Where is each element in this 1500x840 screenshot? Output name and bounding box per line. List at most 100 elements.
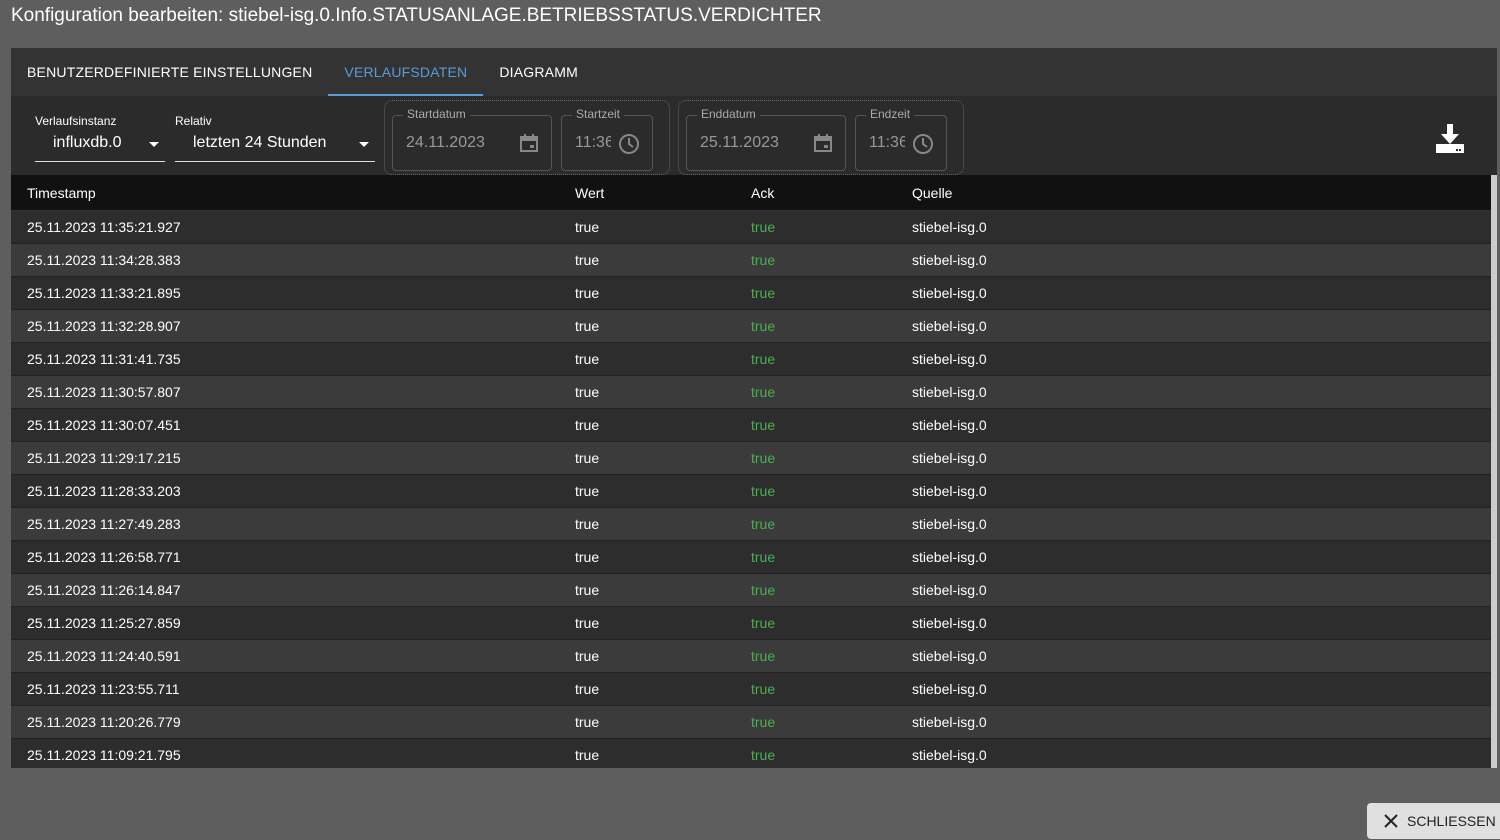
cell-value: true: [575, 483, 600, 499]
history-toolbar: Verlaufsinstanz influxdb.0 Relativ letzt…: [11, 96, 1497, 175]
cell-source: stiebel-isg.0: [912, 549, 987, 565]
cell-source: stiebel-isg.0: [912, 351, 987, 367]
table-row[interactable]: 25.11.2023 11:26:58.771 true true stiebel-i…: [11, 541, 1497, 574]
cell-ack: true: [751, 417, 776, 433]
cell-value: true: [575, 384, 600, 400]
chevron-down-icon: [149, 142, 159, 147]
table-row[interactable]: 25.11.2023 11:24:40.591 true true stiebel-i…: [11, 640, 1497, 673]
cell-value: true: [575, 714, 600, 730]
relative-select[interactable]: Relativ letzten 24 Stunden: [175, 114, 375, 162]
tab-bar: BENUTZERDEFINIERTE EINSTELLUNGEN VERLAUF…: [11, 48, 1497, 96]
cell-value: true: [575, 648, 600, 664]
table-row[interactable]: 25.11.2023 11:28:33.203 true true stiebel-i…: [11, 475, 1497, 508]
table-row[interactable]: 25.11.2023 11:30:57.807 true true stiebel-i…: [11, 376, 1497, 409]
table-row[interactable]: 25.11.2023 11:29:17.215 true true stiebel-i…: [11, 442, 1497, 475]
close-icon: [1384, 814, 1398, 828]
cell-ack: true: [751, 714, 776, 730]
end-date-value: 25.11.2023: [700, 134, 779, 151]
table-row[interactable]: 25.11.2023 11:27:49.283 true true stiebel-i…: [11, 508, 1497, 541]
table-row[interactable]: 25.11.2023 11:26:14.847 true true stiebel-i…: [11, 574, 1497, 607]
cell-ack: true: [751, 549, 776, 565]
end-date-field[interactable]: Enddatum 25.11.2023: [686, 107, 846, 171]
header-source[interactable]: Quelle: [912, 185, 952, 201]
cell-timestamp: 25.11.2023 11:23:55.711: [27, 681, 180, 697]
instance-value: influxdb.0: [53, 134, 122, 151]
cell-value: true: [575, 582, 600, 598]
table-row[interactable]: 25.11.2023 11:25:27.859 true true stiebel-i…: [11, 607, 1497, 640]
cell-timestamp: 25.11.2023 11:09:21.795: [27, 747, 181, 763]
cell-value: true: [575, 615, 600, 631]
start-date-label: Startdatum: [403, 107, 470, 121]
table-row[interactable]: 25.11.2023 11:35:21.927 true true stiebel-i…: [11, 211, 1497, 244]
cell-source: stiebel-isg.0: [912, 417, 987, 433]
cell-timestamp: 25.11.2023 11:35:21.927: [27, 219, 181, 235]
cell-source: stiebel-isg.0: [912, 615, 987, 631]
scrollbar[interactable]: [1491, 175, 1497, 768]
start-date-value: 24.11.2023: [406, 134, 485, 151]
cell-value: true: [575, 252, 600, 268]
table-row[interactable]: 25.11.2023 11:31:41.735 true true stiebel-i…: [11, 343, 1497, 376]
cell-ack: true: [751, 384, 776, 400]
cell-ack: true: [751, 285, 776, 301]
cell-source: stiebel-isg.0: [912, 384, 987, 400]
table-body: 25.11.2023 11:35:21.927 true true stiebel-i…: [11, 211, 1497, 768]
cell-value: true: [575, 549, 600, 565]
close-label: SCHLIESSEN: [1407, 813, 1496, 829]
tab-history[interactable]: VERLAUFSDATEN: [328, 48, 484, 96]
cell-timestamp: 25.11.2023 11:31:41.735: [27, 351, 181, 367]
start-time-value: 11:36: [575, 134, 611, 151]
cell-source: stiebel-isg.0: [912, 252, 987, 268]
header-value[interactable]: Wert: [575, 185, 604, 201]
cell-timestamp: 25.11.2023 11:30:57.807: [27, 384, 181, 400]
cell-ack: true: [751, 252, 776, 268]
clock-icon[interactable]: [912, 133, 934, 155]
cell-timestamp: 25.11.2023 11:25:27.859: [27, 615, 181, 631]
end-time-field[interactable]: Endzeit 11:36: [855, 107, 947, 171]
cell-value: true: [575, 285, 600, 301]
cell-ack: true: [751, 450, 776, 466]
header-timestamp[interactable]: Timestamp: [27, 185, 96, 201]
cell-ack: true: [751, 681, 776, 697]
tab-chart[interactable]: DIAGRAMM: [483, 48, 594, 96]
cell-timestamp: 25.11.2023 11:28:33.203: [27, 483, 181, 499]
download-icon[interactable]: [1435, 124, 1465, 154]
cell-source: stiebel-isg.0: [912, 747, 987, 763]
table-row[interactable]: 25.11.2023 11:32:28.907 true true stiebel-i…: [11, 310, 1497, 343]
instance-label: Verlaufsinstanz: [35, 114, 117, 128]
cell-source: stiebel-isg.0: [912, 516, 987, 532]
relative-value: letzten 24 Stunden: [193, 134, 327, 151]
cell-timestamp: 25.11.2023 11:29:17.215: [27, 450, 181, 466]
table-row[interactable]: 25.11.2023 11:34:28.383 true true stiebel-i…: [11, 244, 1497, 277]
start-time-field[interactable]: Startzeit 11:36: [561, 107, 653, 171]
header-ack[interactable]: Ack: [751, 185, 774, 201]
cell-value: true: [575, 318, 600, 334]
cell-source: stiebel-isg.0: [912, 483, 987, 499]
cell-source: stiebel-isg.0: [912, 219, 987, 235]
cell-timestamp: 25.11.2023 11:27:49.283: [27, 516, 181, 532]
cell-value: true: [575, 351, 600, 367]
cell-source: stiebel-isg.0: [912, 582, 987, 598]
cell-ack: true: [751, 483, 776, 499]
table-row[interactable]: 25.11.2023 11:20:26.779 true true stiebel-i…: [11, 706, 1497, 739]
clock-icon[interactable]: [618, 133, 640, 155]
start-date-field[interactable]: Startdatum 24.11.2023: [392, 107, 552, 171]
instance-select[interactable]: Verlaufsinstanz influxdb.0: [35, 114, 165, 162]
cell-ack: true: [751, 318, 776, 334]
close-button[interactable]: SCHLIESSEN: [1367, 803, 1500, 839]
cell-ack: true: [751, 648, 776, 664]
cell-value: true: [575, 450, 600, 466]
tab-custom-settings[interactable]: BENUTZERDEFINIERTE EINSTELLUNGEN: [11, 48, 328, 96]
cell-timestamp: 25.11.2023 11:26:58.771: [27, 549, 181, 565]
table-row[interactable]: 25.11.2023 11:09:21.795 true true stiebel-i…: [11, 739, 1497, 768]
table-row[interactable]: 25.11.2023 11:30:07.451 true true stiebel-i…: [11, 409, 1497, 442]
start-time-label: Startzeit: [572, 107, 625, 121]
cell-timestamp: 25.11.2023 11:26:14.847: [27, 582, 181, 598]
cell-source: stiebel-isg.0: [912, 681, 987, 697]
calendar-icon[interactable]: [519, 133, 539, 153]
table-row[interactable]: 25.11.2023 11:23:55.711 true true stiebel-i…: [11, 673, 1497, 706]
cell-timestamp: 25.11.2023 11:34:28.383: [27, 252, 181, 268]
cell-ack: true: [751, 351, 776, 367]
end-group: Enddatum 25.11.2023 Endzeit 11:36: [678, 100, 964, 175]
calendar-icon[interactable]: [813, 133, 833, 153]
table-row[interactable]: 25.11.2023 11:33:21.895 true true stiebel-i…: [11, 277, 1497, 310]
